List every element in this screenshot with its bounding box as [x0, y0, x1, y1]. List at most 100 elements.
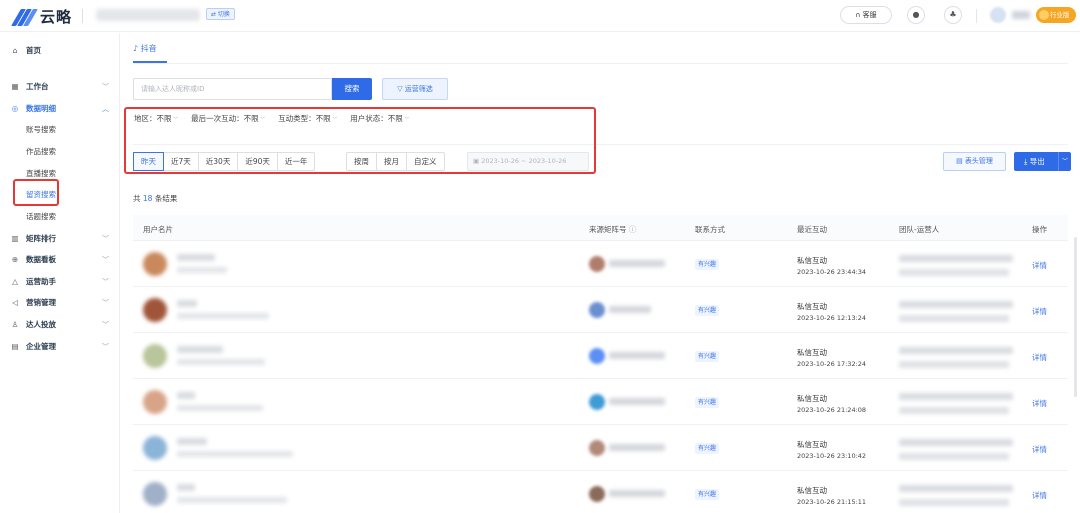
user-name[interactable] — [1012, 11, 1030, 19]
sidebar-item-talent-ads[interactable]: ♙ 达人投放 ﹀ — [0, 316, 120, 334]
interaction-time: 2023-10-26 21:15:11 — [797, 498, 867, 506]
table-scrollbar[interactable] — [1074, 237, 1077, 397]
detail-link[interactable]: 详情 — [1032, 444, 1047, 455]
matrix-account-name — [609, 398, 665, 405]
sidebar-item-home[interactable]: ⌂ 首页 — [0, 42, 120, 60]
interaction-time: 2023-10-26 12:13:24 — [797, 314, 867, 322]
sidebar-item-marketing[interactable]: ◁ 营销管理 ﹀ — [0, 294, 120, 312]
chevron-down-icon: ﹀ — [102, 299, 109, 307]
notification-button[interactable]: ♣ — [944, 6, 962, 24]
avatar[interactable] — [143, 252, 167, 276]
matrix-account-name — [609, 490, 665, 497]
sidebar-item-ops-assistant[interactable]: △ 运营助手 ﹀ — [0, 273, 120, 291]
header-divider — [82, 9, 83, 23]
column-header-contact: 联系方式 — [695, 225, 725, 234]
ops-filter-label: 运营筛选 — [404, 85, 433, 93]
sidebar-item-dashboard[interactable]: ⊕ 数据看板 ﹀ — [0, 251, 120, 269]
chevron-down-icon: ﹀ — [102, 235, 109, 243]
interaction-type: 私信互动 — [797, 302, 827, 311]
ops-assistant-icon: △ — [12, 277, 18, 286]
tab-divider — [133, 63, 1068, 64]
chat-bubble-icon: ● — [912, 10, 920, 19]
chevron-down-icon[interactable]: ﹀ — [1058, 152, 1071, 171]
sidebar-item-label: 营销管理 — [26, 298, 56, 307]
detail-link[interactable]: 详情 — [1032, 260, 1047, 271]
user-nickname — [177, 300, 197, 307]
table-row[interactable]: 有兴趣 私信互动 2023-10-26 17:32:24 详情 — [133, 333, 1068, 379]
detail-link[interactable]: 详情 — [1032, 306, 1047, 317]
column-header-user-card: 用户名片 — [143, 225, 173, 234]
contact-status-badge: 有兴趣 — [695, 443, 720, 454]
sidebar-item-data-detail[interactable]: ◎ 数据明细 ︿ — [0, 100, 120, 118]
tab-douyin[interactable]: ♪ 抖音 — [133, 43, 157, 54]
avatar[interactable] — [143, 482, 167, 506]
help-icon[interactable]: ⓘ — [629, 225, 637, 234]
marketing-icon: ◁ — [12, 298, 18, 307]
user-avatar[interactable] — [990, 7, 1006, 23]
table-row[interactable]: 有兴趣 私信互动 2023-10-26 21:24:08 详情 — [133, 379, 1068, 425]
message-button[interactable]: ● — [907, 6, 925, 24]
table-row[interactable]: 有兴趣 私信互动 2023-10-26 23:44:34 详情 — [133, 241, 1068, 287]
matrix-rank-icon: ▥ — [11, 234, 19, 243]
avatar[interactable] — [143, 436, 167, 460]
table-row[interactable]: 有兴趣 私信互动 2023-10-26 23:10:42 详情 — [133, 425, 1068, 471]
sidebar-item-workbench[interactable]: ▦ 工作台 ﹀ — [0, 78, 120, 96]
user-id — [177, 359, 265, 365]
customer-service-label: 客服 — [862, 11, 877, 19]
table-header: 用户名片 来源矩阵号 ⓘ 联系方式 最近互动 团队-运营人 操作 — [133, 215, 1068, 241]
table-row[interactable]: 有兴趣 私信互动 2023-10-26 21:15:11 详情 — [133, 471, 1068, 513]
contact-status-badge: 有兴趣 — [695, 305, 720, 316]
column-manage-button[interactable]: ▤ 表头管理 — [943, 152, 1006, 171]
table-row[interactable]: 有兴趣 私信互动 2023-10-26 12:13:24 详情 — [133, 287, 1068, 333]
chevron-down-icon: ﹀ — [102, 256, 109, 264]
team-operator — [899, 269, 1009, 276]
interaction-type: 私信互动 — [797, 348, 827, 357]
top-bar: 云略 ⇄ 切换 ∩ 客服 ● ♣ 行业版 — [0, 0, 1080, 32]
interaction-time: 2023-10-26 23:44:34 — [797, 268, 867, 276]
main-content: ♪ 抖音 搜索 ▽ 运营筛选 地区：不限 最后一次互动：不限 互动类型：不限 用… — [121, 33, 1080, 513]
highlight-box — [13, 179, 59, 206]
interaction-time: 2023-10-26 21:24:08 — [797, 406, 867, 414]
team-operator — [899, 439, 1013, 446]
tab-label: 抖音 — [140, 44, 157, 53]
app-logo[interactable]: 云略 — [11, 6, 72, 27]
detail-link[interactable]: 详情 — [1032, 398, 1047, 409]
sidebar-subitem-works-search[interactable]: 作品搜索 — [0, 143, 120, 161]
sidebar-item-matrix-rank[interactable]: ▥ 矩阵排行 ﹀ — [0, 230, 120, 248]
sidebar-item-label: 运营助手 — [26, 277, 56, 286]
douyin-icon: ♪ — [133, 44, 141, 53]
avatar[interactable] — [143, 298, 167, 322]
avatar[interactable] — [143, 344, 167, 368]
search-button[interactable]: 搜索 — [332, 78, 372, 100]
matrix-account-name — [609, 352, 665, 359]
sidebar-item-label: 数据看板 — [26, 255, 56, 264]
export-button[interactable]: ⤓ 导出 ﹀ — [1014, 152, 1071, 171]
search-input[interactable] — [133, 78, 332, 100]
sidebar-item-enterprise[interactable]: ▤ 企业管理 ﹀ — [0, 338, 120, 356]
team-operator — [899, 255, 1013, 262]
user-id — [177, 451, 293, 457]
column-manage-label: 表头管理 — [964, 157, 993, 165]
contact-status-badge: 有兴趣 — [695, 351, 720, 362]
avatar[interactable] — [143, 390, 167, 414]
interaction-type: 私信互动 — [797, 256, 827, 265]
team-operator — [899, 347, 1013, 354]
switch-organization-button[interactable]: ⇄ 切换 — [206, 8, 235, 20]
detail-link[interactable]: 详情 — [1032, 352, 1047, 363]
detail-link[interactable]: 详情 — [1032, 490, 1047, 501]
chevron-down-icon: ﹀ — [102, 83, 109, 91]
header-divider — [976, 9, 977, 23]
matrix-account-name — [609, 444, 665, 451]
matrix-avatar — [589, 394, 605, 410]
sidebar-subitem-account-search[interactable]: 账号搜索 — [0, 121, 120, 139]
enterprise-icon: ▤ — [11, 342, 19, 351]
industry-edition-badge[interactable]: 行业版 — [1036, 7, 1076, 23]
sidebar-item-label: 企业管理 — [26, 342, 56, 351]
result-suffix: 条结果 — [154, 194, 178, 203]
ops-filter-button[interactable]: ▽ 运营筛选 — [382, 78, 448, 100]
customer-service-button[interactable]: ∩ 客服 — [840, 6, 892, 24]
workbench-icon: ▦ — [11, 82, 19, 91]
contact-status-badge: 有兴趣 — [695, 259, 720, 270]
sidebar-subitem-topic-search[interactable]: 话题搜索 — [0, 208, 120, 226]
matrix-avatar — [589, 440, 605, 456]
